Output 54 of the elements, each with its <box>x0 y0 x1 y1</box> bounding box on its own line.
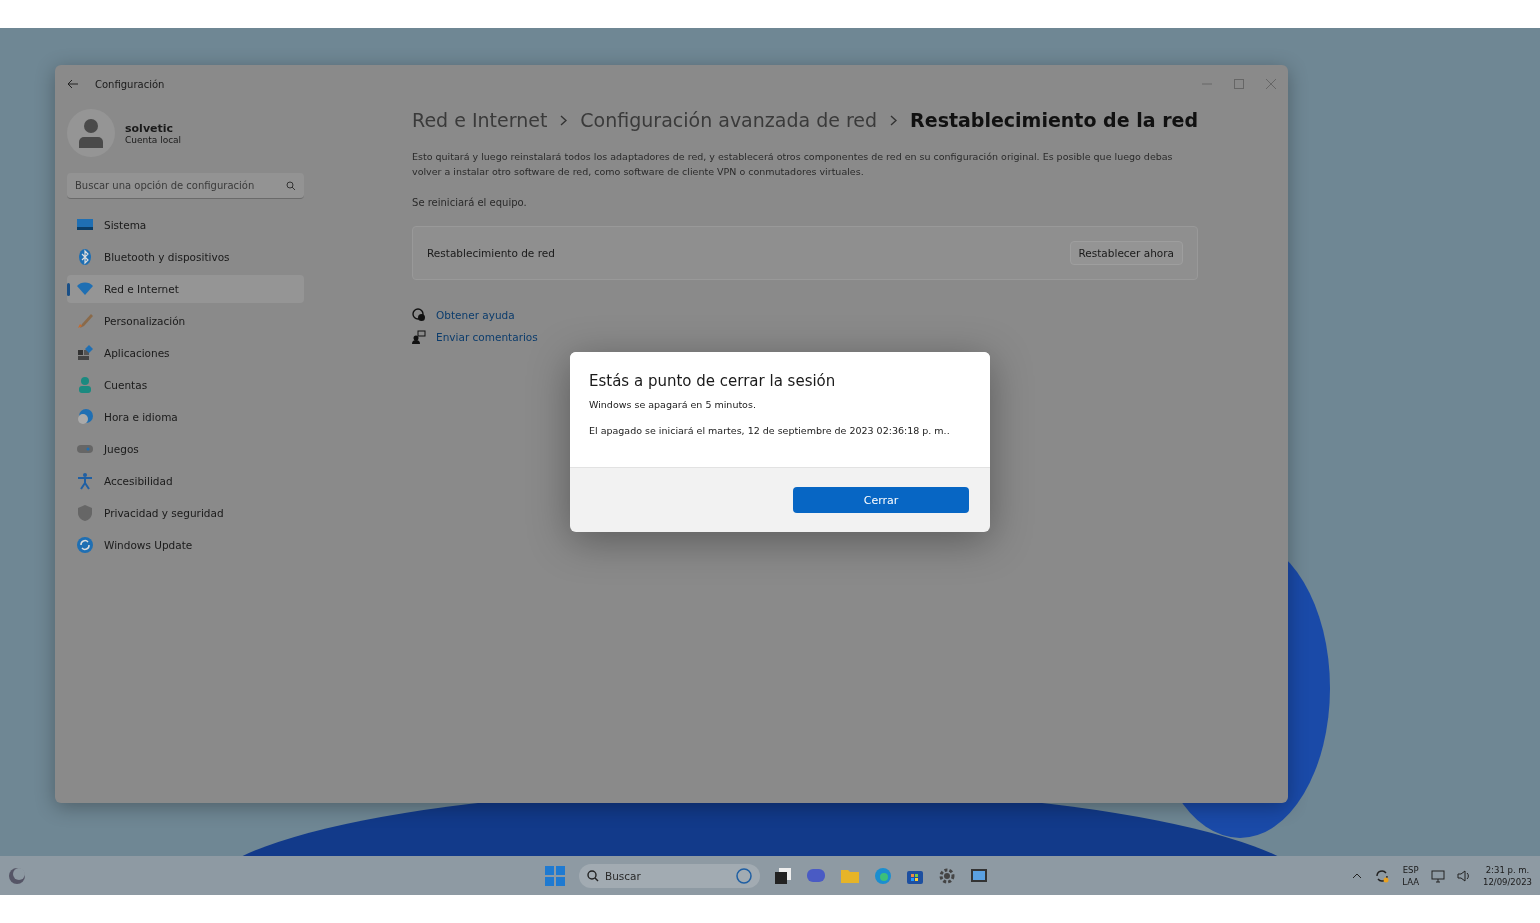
category-icon <box>76 472 94 490</box>
sidebar-item[interactable]: Red e Internet <box>67 275 305 303</box>
sidebar-item[interactable]: Aplicaciones <box>67 339 305 367</box>
start-icon[interactable] <box>545 865 565 886</box>
category-icon <box>76 344 94 362</box>
sidebar-item[interactable]: Cuentas <box>67 371 305 399</box>
window-app-icon[interactable] <box>970 866 988 885</box>
taskbar-search[interactable]: Buscar <box>579 863 760 888</box>
breadcrumb-item: Restablecimiento de la red <box>910 109 1198 131</box>
chevron-icon <box>560 114 568 126</box>
category-icon <box>76 248 94 266</box>
category-icon <box>76 312 94 330</box>
dialog-title: Estás a punto de cerrar la sesión <box>589 372 837 390</box>
task-view-icon[interactable] <box>774 866 792 885</box>
account-name: solvetic <box>125 121 175 135</box>
breadcrumb-item[interactable]: Configuración avanzada de red <box>580 109 878 131</box>
chevron-up-icon[interactable] <box>1352 872 1363 879</box>
language-indicator[interactable]: ESP LAA <box>1402 863 1419 888</box>
sync-icon[interactable] <box>1374 867 1391 884</box>
sidebar-item[interactable]: Privacidad y seguridad <box>67 499 305 527</box>
sidebar-item[interactable]: Sistema <box>67 211 305 239</box>
speaker-icon[interactable] <box>1457 868 1471 883</box>
sidebar-item[interactable]: Bluetooth y dispositivos <box>67 243 305 271</box>
category-icon <box>76 376 94 394</box>
account-type: Cuenta local <box>125 134 182 145</box>
search-icon <box>286 181 297 191</box>
back-arrow-icon[interactable] <box>67 79 79 89</box>
search-icon <box>587 869 599 882</box>
chevron-icon <box>890 114 898 126</box>
description-text: Esto quitará y luego reinstalará todos los adaptadores de red, y establecerá otros componentes de red en su configuración original. Es posible que luego debas volver a instalar otro software de red, como software de cliente VPN o conmutadores virtuales. <box>412 150 1174 179</box>
category-icon <box>76 504 94 522</box>
search-field[interactable]: Buscar una opción de configuración <box>67 173 305 199</box>
sidebar-item[interactable]: Windows Update <box>67 531 305 559</box>
category-icon <box>76 408 94 426</box>
feedback-icon <box>412 330 427 344</box>
breadcrumb-item[interactable]: Red e Internet <box>412 109 548 131</box>
close-button[interactable]: Cerrar <box>793 487 969 513</box>
sidebar-item[interactable]: Juegos <box>67 435 305 463</box>
help-link[interactable]: Enviar comentarios <box>436 331 538 343</box>
sidebar-item[interactable]: Personalización <box>67 307 305 335</box>
monitor-icon[interactable] <box>1431 868 1445 883</box>
dialog-message: El apagado se iniciará el martes, 12 de septiembre de 2023 02:36:18 p. m.. <box>589 425 951 436</box>
reset-now-button[interactable]: Restablecer ahora <box>1069 241 1183 265</box>
sidebar-item[interactable]: Hora e idioma <box>67 403 305 431</box>
sidebar-item[interactable]: Accesibilidad <box>67 467 305 495</box>
reset-label: Restablecimiento de red <box>427 247 555 259</box>
clock[interactable]: 2:31 p. m. 12/09/2023 <box>1483 863 1532 888</box>
restart-note: Se reiniciará el equipo. <box>412 197 528 208</box>
dialog-message: Windows se apagará en 5 minutos. <box>589 399 757 410</box>
category-icon <box>76 536 94 554</box>
avatar <box>67 109 115 157</box>
gear-icon[interactable] <box>938 866 956 885</box>
help-link[interactable]: Obtener ayuda <box>436 309 515 321</box>
window-title: Configuración <box>95 78 165 90</box>
